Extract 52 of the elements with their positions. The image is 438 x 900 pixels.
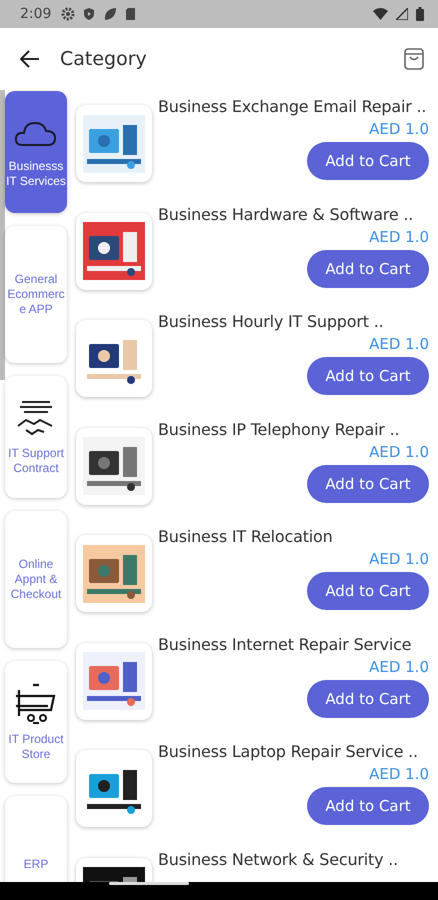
category-label: ERP: [22, 857, 50, 872]
product-price: AED 1.0: [369, 442, 429, 460]
product-title: Business Hourly IT Support ..: [158, 312, 384, 331]
shopping-bag-icon[interactable]: [404, 48, 424, 70]
category-card[interactable]: General Ecommerce APP: [5, 226, 67, 363]
wifi-icon: [373, 8, 388, 20]
add-to-cart-button[interactable]: Add to Cart: [307, 464, 429, 502]
category-card[interactable]: IT Product Store: [5, 661, 67, 783]
category-card[interactable]: IT Support Contract: [5, 376, 67, 498]
category-card[interactable]: Businesss IT Services: [5, 91, 67, 213]
product-price: AED 1.0: [369, 335, 429, 353]
product-title: Business IT Relocation: [158, 527, 333, 546]
product-thumbnail[interactable]: [76, 535, 152, 612]
product-thumbnail[interactable]: [76, 212, 152, 290]
product-thumbnail[interactable]: [76, 320, 152, 397]
add-to-cart-button[interactable]: Add to Cart: [307, 572, 429, 610]
product-title: Business Laptop Repair Service ..: [158, 742, 418, 761]
product-title: Business Network & Security ..: [158, 850, 398, 868]
add-to-cart-button[interactable]: Add to Cart: [307, 680, 429, 718]
product-thumbnail[interactable]: [76, 750, 152, 827]
category-card[interactable]: Online Appnt & Checkout: [5, 511, 67, 648]
product-title: Business Internet Repair Service: [158, 634, 412, 654]
status-time: 2:09: [20, 6, 52, 22]
category-label: IT Product Store: [7, 732, 65, 762]
product-thumbnail[interactable]: [76, 428, 152, 504]
add-to-cart-button[interactable]: Add to Cart: [307, 787, 429, 825]
product-price: AED 1.0: [369, 120, 429, 138]
product-price: AED 1.0: [369, 765, 429, 783]
category-card[interactable]: ERP: [5, 796, 67, 882]
category-label: Online Appnt & Checkout: [10, 557, 62, 602]
product-title: Business Exchange Email Repair ..: [158, 97, 426, 116]
product-title: Business IP Telephony Repair ..: [158, 420, 400, 438]
category-label: General Ecommerce APP: [6, 272, 66, 317]
product-thumbnail[interactable]: [76, 105, 152, 182]
battery-icon: [416, 7, 424, 21]
category-label: Businesss IT Services: [5, 159, 67, 189]
product-price: AED 1.0: [369, 658, 429, 676]
leaf-icon: [103, 7, 118, 21]
sd-card-icon: [125, 7, 136, 21]
add-to-cart-button[interactable]: Add to Cart: [307, 250, 429, 288]
signal-icon: [396, 8, 408, 20]
gear-icon: [61, 7, 76, 21]
product-thumbnail[interactable]: [76, 642, 152, 720]
product-title: Business Hardware & Software ..: [158, 204, 414, 224]
product-price: AED 1.0: [369, 550, 429, 568]
shield-icon: [83, 7, 96, 21]
add-to-cart-button[interactable]: Add to Cart: [307, 142, 429, 180]
back-arrow-icon[interactable]: [20, 50, 40, 68]
page-title: Category: [60, 48, 148, 70]
category-label: IT Support Contract: [7, 446, 65, 476]
product-price: AED 1.0: [369, 228, 429, 246]
add-to-cart-button[interactable]: Add to Cart: [307, 357, 429, 395]
